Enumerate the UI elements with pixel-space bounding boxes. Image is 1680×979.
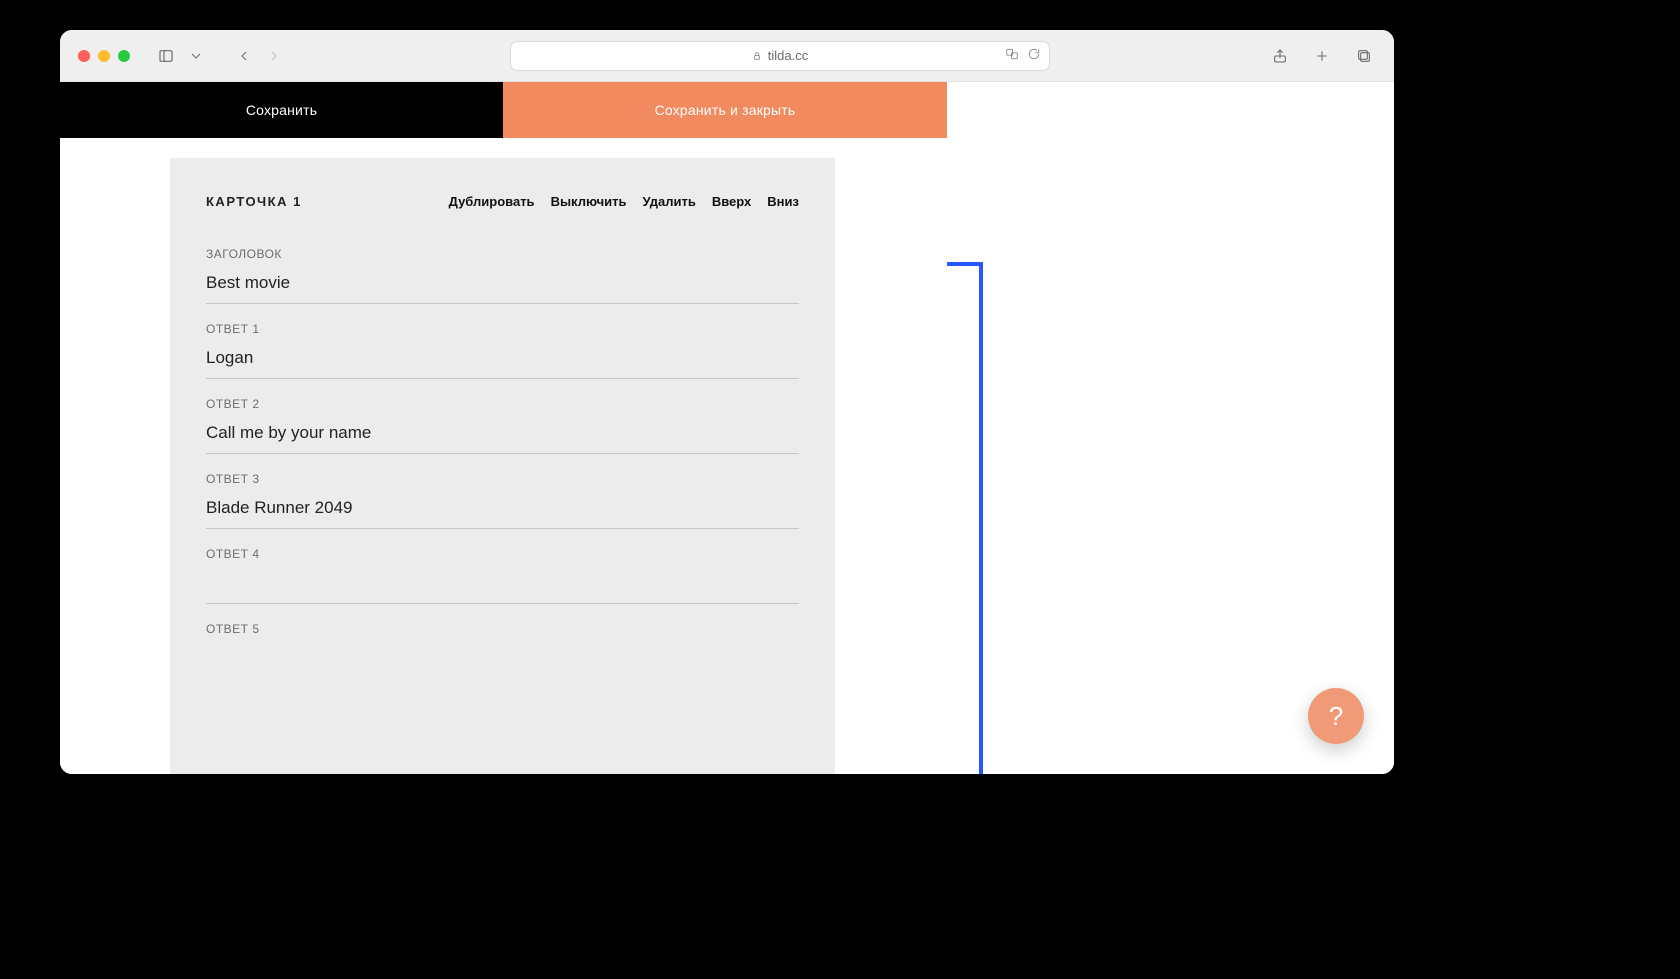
save-button[interactable]: Сохранить	[60, 82, 503, 138]
lock-icon	[752, 51, 762, 61]
card-action-duplicate[interactable]: Дублировать	[449, 194, 535, 209]
browser-titlebar: tilda.cc	[60, 30, 1394, 82]
answer3-label: ОТВЕТ 3	[206, 472, 799, 486]
answer4-input[interactable]	[206, 569, 799, 604]
card-action-down[interactable]: Вниз	[767, 194, 799, 209]
answer1-input[interactable]	[206, 344, 799, 379]
save-button-label: Сохранить	[246, 102, 317, 118]
save-and-close-button-label: Сохранить и закрыть	[655, 102, 796, 118]
help-button[interactable]: ?	[1308, 688, 1364, 744]
chevron-down-icon[interactable]	[184, 44, 208, 68]
page-viewport: Сохранить Сохранить и закрыть КАРТОЧКА 1…	[60, 82, 1394, 774]
minimize-window-button[interactable]	[98, 50, 110, 62]
save-and-close-button[interactable]: Сохранить и закрыть	[503, 82, 947, 138]
card-title: КАРТОЧКА 1	[206, 194, 302, 209]
tabs-overview-icon[interactable]	[1352, 44, 1376, 68]
nav-back-button[interactable]	[232, 44, 256, 68]
action-bar: Сохранить Сохранить и закрыть	[60, 82, 947, 138]
maximize-window-button[interactable]	[118, 50, 130, 62]
close-window-button[interactable]	[78, 50, 90, 62]
help-icon: ?	[1329, 701, 1343, 732]
new-tab-icon[interactable]	[1310, 44, 1334, 68]
answer4-label: ОТВЕТ 4	[206, 547, 799, 561]
reload-icon[interactable]	[1027, 47, 1041, 64]
answer5-label: ОТВЕТ 5	[206, 622, 799, 636]
card-action-delete[interactable]: Удалить	[642, 194, 695, 209]
answer3-input[interactable]	[206, 494, 799, 529]
answer2-input[interactable]	[206, 419, 799, 454]
heading-input[interactable]	[206, 269, 799, 304]
window-controls	[78, 50, 130, 62]
heading-label: ЗАГОЛОВОК	[206, 247, 799, 261]
sidebar-toggle-icon[interactable]	[154, 44, 178, 68]
card-actions: Дублировать Выключить Удалить Вверх Вниз	[449, 194, 799, 209]
address-bar[interactable]: tilda.cc	[510, 41, 1050, 71]
preview-outline	[947, 262, 983, 774]
answer1-label: ОТВЕТ 1	[206, 322, 799, 336]
browser-window: tilda.cc	[60, 30, 1394, 774]
editor-column: Сохранить Сохранить и закрыть КАРТОЧКА 1…	[60, 82, 947, 774]
nav-forward-button[interactable]	[262, 44, 286, 68]
card-action-disable[interactable]: Выключить	[551, 194, 627, 209]
card-action-up[interactable]: Вверх	[712, 194, 751, 209]
address-host: tilda.cc	[768, 48, 808, 63]
card-panel: КАРТОЧКА 1 Дублировать Выключить Удалить…	[170, 158, 835, 774]
share-icon[interactable]	[1268, 44, 1292, 68]
translate-icon[interactable]	[1005, 47, 1019, 64]
answer2-label: ОТВЕТ 2	[206, 397, 799, 411]
